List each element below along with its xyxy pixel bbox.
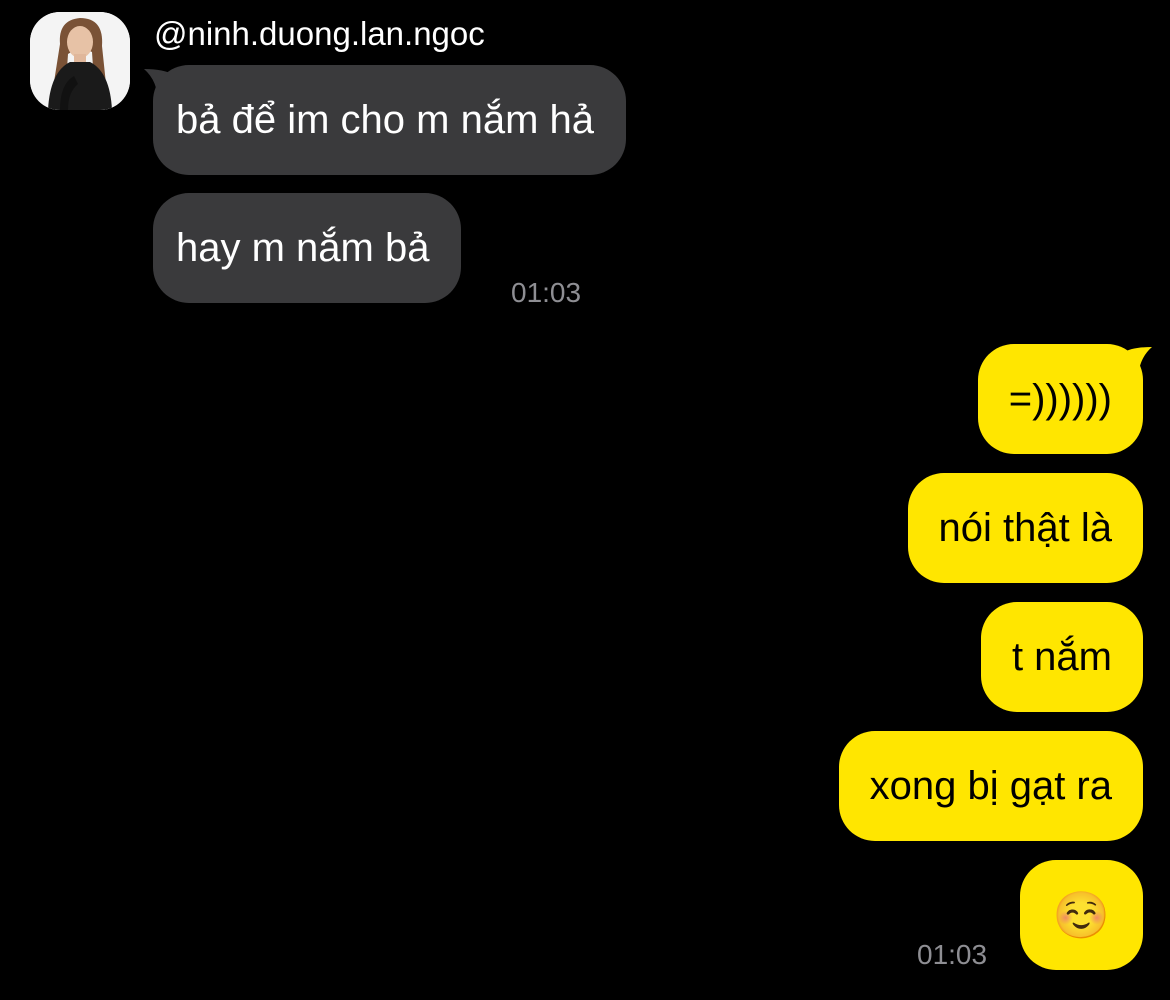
outgoing-message-bubble[interactable]: =)))))) bbox=[977, 344, 1143, 454]
outgoing-message-bubble[interactable]: nói thật là bbox=[907, 473, 1143, 583]
message-text: t nắm bbox=[1011, 635, 1112, 679]
avatar-photo-icon bbox=[30, 12, 130, 110]
incoming-message-bubble[interactable]: hay m nắm bả bbox=[153, 193, 462, 303]
message-text: =)))))) bbox=[1008, 377, 1112, 421]
sender-handle[interactable]: @ninh.duong.lan.ngoc bbox=[154, 14, 485, 54]
message-text: bả để im cho m nắm hả bbox=[176, 98, 594, 142]
incoming-message-bubble[interactable]: bả để im cho m nắm hả bbox=[153, 65, 626, 175]
outgoing-message-bubble[interactable]: xong bị gạt ra bbox=[838, 731, 1143, 841]
message-text: xong bị gạt ra bbox=[869, 764, 1112, 808]
outgoing-emoji-bubble[interactable]: ☺️ bbox=[1019, 860, 1143, 970]
outgoing-message-bubble[interactable]: t nắm bbox=[980, 602, 1143, 712]
message-text: nói thật là bbox=[938, 506, 1112, 550]
smiling-face-emoji-icon: ☺️ bbox=[1052, 888, 1110, 942]
avatar[interactable] bbox=[30, 12, 130, 110]
outgoing-timestamp: 01:03 bbox=[917, 939, 988, 970]
message-text: hay m nắm bả bbox=[176, 226, 430, 270]
incoming-timestamp: 01:03 bbox=[511, 277, 582, 308]
